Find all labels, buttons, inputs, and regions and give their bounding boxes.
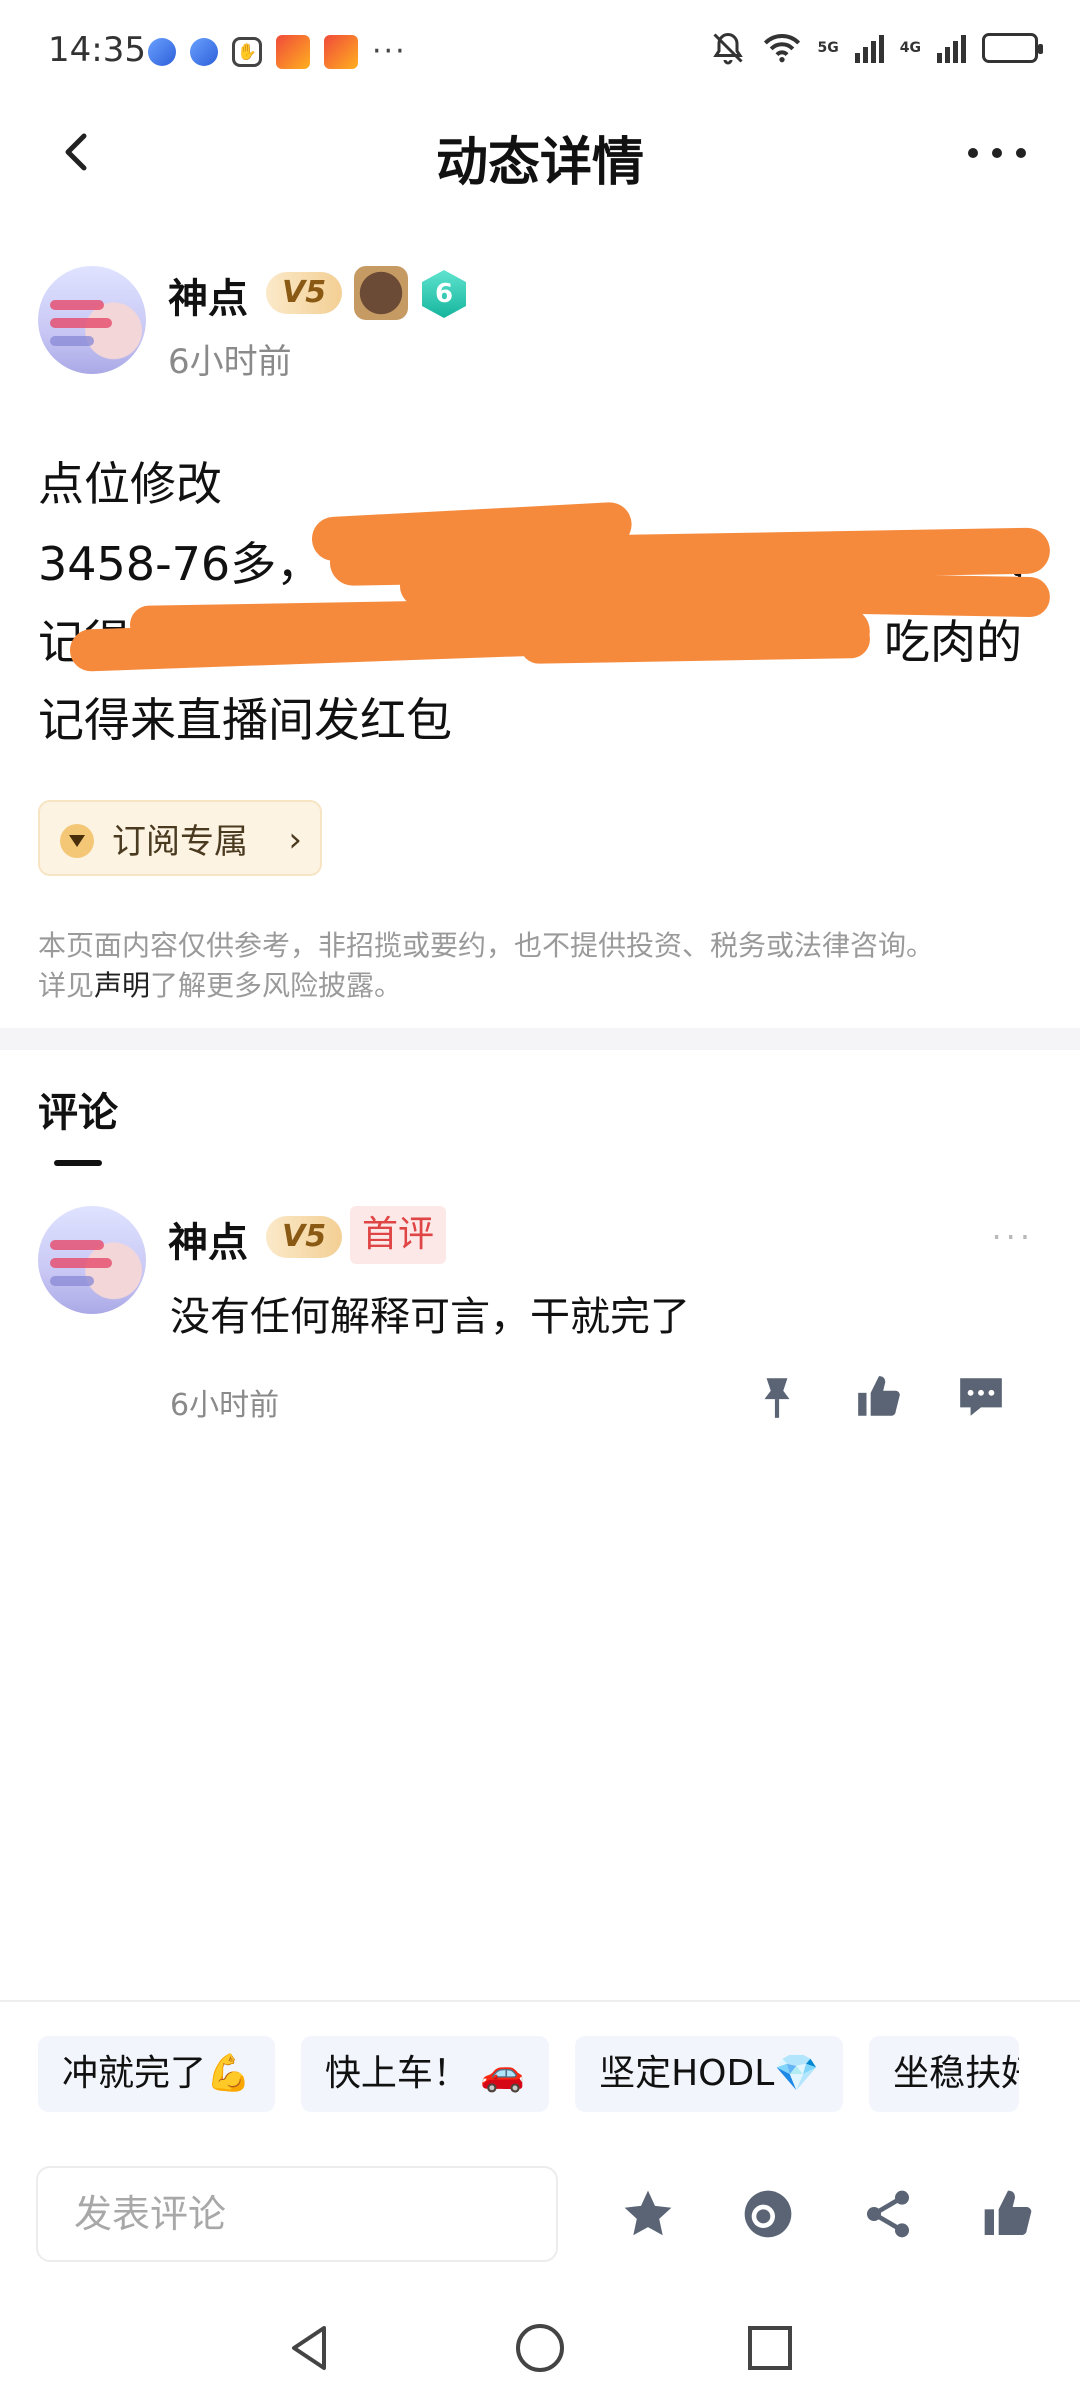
more-notifications-indicator: ··· xyxy=(372,34,407,69)
page-title: 动态详情 xyxy=(435,133,644,193)
bottom-divider xyxy=(0,2000,1080,2002)
tab-underline xyxy=(54,1160,102,1166)
disclaimer-line-2: 详见声明了解更多风险披露。 xyxy=(38,966,1048,1006)
system-navigation-bar xyxy=(0,2290,1080,2400)
post-time: 6小时前 xyxy=(168,342,292,382)
section-divider xyxy=(0,1028,1080,1050)
medal-icon xyxy=(354,266,408,320)
star-icon[interactable] xyxy=(620,2186,676,2242)
disclaimer-suffix: 了解更多风险披露。 xyxy=(150,969,403,1002)
back-triangle-icon[interactable] xyxy=(280,2318,340,2378)
battery-icon xyxy=(982,33,1043,63)
first-comment-badge: 首评 xyxy=(350,1206,447,1264)
network-type-label: 5G xyxy=(817,40,839,56)
hand-hexagon-icon: ✋ xyxy=(232,36,262,67)
quick-reply-chip[interactable]: 冲就完了💪 xyxy=(38,2036,275,2112)
status-bar: 14:35 ✋ ··· 5G 4G xyxy=(0,0,1080,100)
status-time: 14:35 xyxy=(48,30,146,70)
home-circle-icon[interactable] xyxy=(510,2318,570,2378)
app-dot-icon xyxy=(148,37,176,66)
vip-level-badge: V5 xyxy=(266,1216,343,1258)
post-title: 点位修改 xyxy=(38,457,222,511)
quick-reply-chips: 冲就完了💪 快上车！ 🚗 坚定HODL💎 坐稳扶好 xyxy=(38,2036,1020,2112)
share-icon[interactable] xyxy=(860,2186,916,2242)
diamond-icon xyxy=(60,824,94,858)
post-line-1: 3458-76多， xyxy=(38,537,323,591)
disclaimer-link[interactable]: 声明 xyxy=(94,969,150,1002)
comment-composer[interactable] xyxy=(36,2166,558,2262)
disclaimer-prefix: 详见 xyxy=(38,969,95,1002)
red-app-icon xyxy=(324,34,358,69)
quick-reply-chip[interactable]: 坚定HODL💎 xyxy=(575,2036,844,2112)
avatar[interactable] xyxy=(38,266,146,374)
disclaimer-line-1: 本页面内容仅供参考，非招揽或要约，也不提供投资、税务或法律咨询。 xyxy=(38,929,935,962)
mute-bell-icon xyxy=(712,32,743,65)
signal-icon xyxy=(937,33,966,63)
quick-reply-chip[interactable]: 坐稳扶好 xyxy=(869,2036,1020,2112)
comment-more-icon[interactable]: ··· xyxy=(991,1218,1034,1256)
reply-comment-icon[interactable] xyxy=(956,1372,1006,1422)
reward-coin-icon[interactable] xyxy=(740,2186,796,2242)
network-type-label: 4G xyxy=(899,40,921,56)
app-dot-icon xyxy=(190,37,218,66)
comment-author-name[interactable]: 神点 xyxy=(168,1210,248,1268)
avatar[interactable] xyxy=(38,1206,146,1314)
comments-section-title[interactable]: 评论 xyxy=(38,1080,118,1138)
recents-square-icon[interactable] xyxy=(740,2318,800,2378)
comment-time: 6小时前 xyxy=(170,1388,280,1423)
quick-reply-chip[interactable]: 快上车！ 🚗 xyxy=(300,2036,550,2112)
more-dots-icon[interactable] xyxy=(962,128,1032,178)
comment-input[interactable] xyxy=(38,2168,556,2260)
thumbs-up-icon[interactable] xyxy=(854,1372,904,1422)
status-notification-icons: ✋ ··· xyxy=(148,34,407,69)
disclaimer: 本页面内容仅供参考，非招揽或要约，也不提供投资、税务或法律咨询。 详见声明了解更… xyxy=(38,926,1048,1006)
signal-icon xyxy=(854,33,884,63)
subscribe-label: 订阅专属 xyxy=(112,822,248,862)
status-system-icons: 5G 4G xyxy=(710,30,1043,66)
post-line-3: 记得来直播间发红包 xyxy=(38,693,452,747)
pin-icon[interactable] xyxy=(752,1372,802,1422)
chevron-right-icon: › xyxy=(288,820,302,860)
fan-level-badge: 6 xyxy=(422,270,466,318)
thumbs-up-icon[interactable] xyxy=(980,2186,1036,2242)
subscribe-exclusive-button[interactable]: 订阅专属 › xyxy=(38,800,322,876)
vip-level-badge: V5 xyxy=(266,272,343,314)
comment-text: 没有任何解释可言，干就完了 xyxy=(170,1294,690,1340)
wifi-icon xyxy=(763,34,800,63)
top-app-bar: 动态详情 xyxy=(0,100,1080,210)
red-app-icon xyxy=(276,34,310,69)
author-name[interactable]: 神点 xyxy=(168,266,248,324)
